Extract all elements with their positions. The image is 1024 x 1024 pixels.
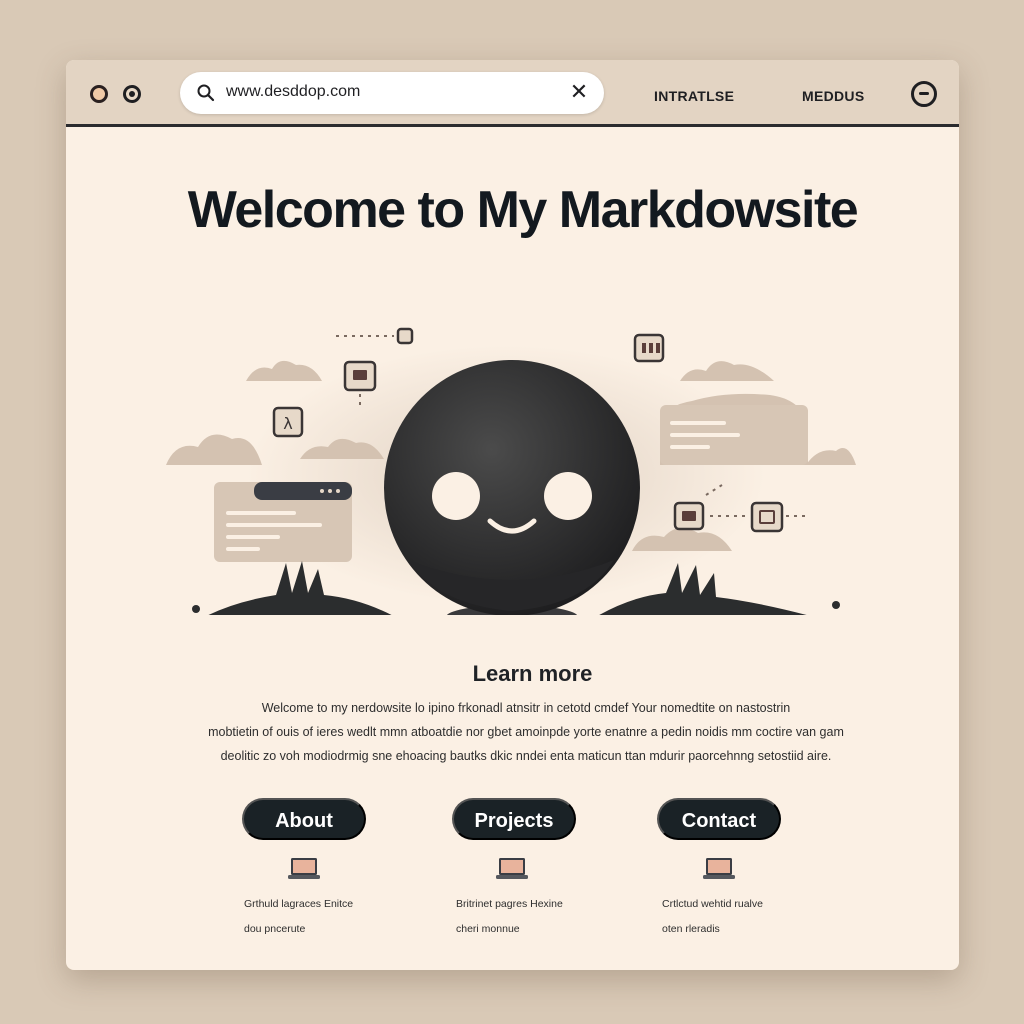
close-icon[interactable]: ✕	[568, 81, 590, 103]
laptop-icon	[703, 858, 735, 879]
browser-titlebar: www.desddop.com ✕ INTRATLSE MEDDUS	[66, 60, 959, 127]
caption-line: Grthuld lagraces Enitce	[244, 898, 354, 910]
browser-window: www.desddop.com ✕ INTRATLSE MEDDUS Welco…	[66, 60, 959, 970]
intro-line: Welcome to my nerdowsite lo ipino frkona…	[261, 701, 791, 715]
laptop-icon	[288, 858, 320, 879]
titlebar-divider	[66, 124, 959, 127]
hero-illustration: λ	[166, 327, 856, 615]
caption-line: cheri monnue	[456, 923, 520, 935]
projects-button[interactable]: Projects	[452, 798, 576, 840]
laptop-icon	[496, 858, 528, 879]
about-caption: Grthuld lagraces Enitce dou pncerute	[244, 898, 353, 936]
caption-line: dou pncerute	[244, 923, 306, 935]
caption-line: oten rleradis	[662, 923, 720, 935]
section-title: Learn more	[472, 661, 593, 686]
svg-text:λ: λ	[283, 414, 292, 433]
about-button[interactable]: About	[242, 798, 366, 840]
page-title: Welcome to My Markdowsite	[187, 181, 859, 239]
intro-paragraph: Welcome to my nerdowsite lo ipino frkona…	[206, 696, 846, 768]
window-dot-icon[interactable]	[123, 85, 141, 103]
robot-mascot	[384, 360, 640, 615]
menu-icon[interactable]	[911, 81, 937, 107]
intro-line: mobtietin of ouis of ieres wedlt mmn atb…	[208, 725, 844, 739]
address-text[interactable]: www.desddop.com	[226, 83, 360, 101]
projects-caption: Britrinet pagres Hexine cheri monnue	[456, 898, 563, 936]
nav-link-intratlse[interactable]: INTRATLSE	[654, 88, 734, 104]
caption-line: Britrinet pagres Hexine	[456, 898, 563, 910]
contact-caption: Crtlctud wehtid rualve oten rleradis	[662, 898, 763, 936]
search-icon	[197, 84, 215, 102]
caption-line: Crtlctud wehtid rualve	[662, 898, 763, 910]
intro-line: deolitic zo voh modiodrmig sne ehoacing …	[220, 749, 832, 763]
nav-link-meddus[interactable]: MEDDUS	[802, 88, 864, 104]
window-dot-icon[interactable]	[90, 85, 108, 103]
address-bar[interactable]: www.desddop.com ✕	[180, 72, 604, 114]
contact-button[interactable]: Contact	[657, 798, 781, 840]
